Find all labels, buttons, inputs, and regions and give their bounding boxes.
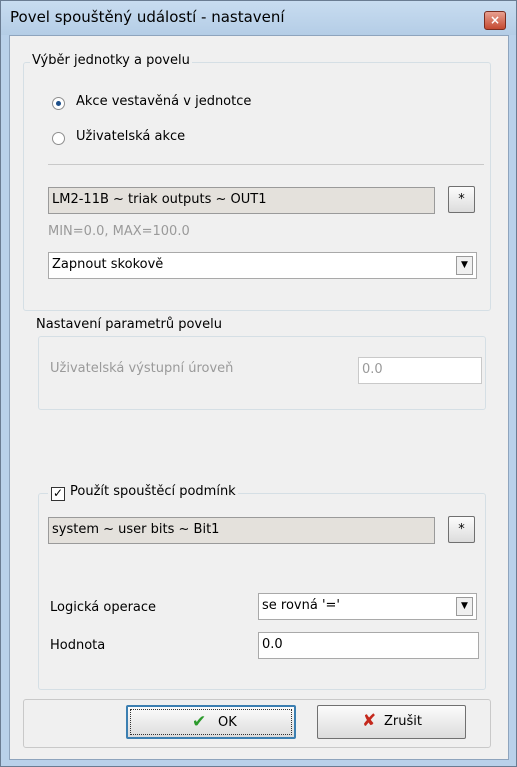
command-select-value: Zapnout skokově	[52, 257, 164, 272]
dialog-body: Výběr jednotky a povelu Akce vestavěná v…	[9, 35, 509, 760]
logic-operation-dropdown-icon[interactable]: ▼	[456, 597, 473, 616]
close-icon: ×	[489, 13, 501, 27]
builtin-action-label[interactable]: Akce vestavěná v jednotce	[76, 94, 251, 109]
logic-operation-value: se rovná '='	[262, 598, 340, 613]
logic-operation-label: Logická operace	[50, 600, 157, 615]
value-label: Hodnota	[50, 638, 106, 653]
logic-operation-select[interactable]: se rovná '='	[258, 593, 477, 620]
builtin-action-radio[interactable]	[52, 97, 65, 110]
unit-path-field: LM2-11B ~ triak outputs ~ OUT1	[48, 187, 435, 214]
command-select[interactable]: Zapnout skokově	[48, 252, 477, 279]
cancel-label: Zrušit	[384, 714, 422, 729]
checkmark-icon: ✔	[192, 712, 207, 732]
value-field[interactable]: 0.0	[258, 632, 479, 659]
focus-rect	[130, 709, 292, 735]
trigger-condition-legend[interactable]: Použít spouštěcí podmínk	[48, 484, 238, 499]
user-action-radio[interactable]	[52, 132, 65, 145]
unit-browse-button[interactable]: *	[448, 186, 475, 213]
close-button[interactable]: ×	[484, 11, 506, 30]
trigger-condition-checkbox[interactable]: ✓	[51, 487, 65, 501]
condition-path-field: system ~ user bits ~ Bit1	[48, 517, 435, 544]
output-level-field: 0.0	[358, 357, 482, 384]
output-level-label: Uživatelská výstupní úroveň	[50, 361, 234, 376]
ok-label: OK	[218, 715, 237, 730]
user-action-label[interactable]: Uživatelská akce	[76, 129, 185, 144]
cancel-button[interactable]: ✘ Zrušit	[317, 705, 466, 739]
x-icon: ✘	[362, 711, 377, 731]
ok-button[interactable]: ✔ OK	[126, 705, 296, 739]
condition-browse-button[interactable]: *	[448, 516, 475, 543]
range-text: MIN=0.0, MAX=100.0	[48, 224, 190, 239]
title-bar[interactable]: Povel spouštěný událostí - nastavení ×	[1, 1, 516, 35]
unit-command-legend: Výběr jednotky a povelu	[30, 53, 192, 68]
dialog-window: Povel spouštěný událostí - nastavení × V…	[0, 0, 517, 767]
command-dropdown-icon[interactable]: ▼	[456, 256, 473, 275]
window-title: Povel spouštěný událostí - nastavení	[10, 8, 285, 26]
separator	[48, 164, 484, 165]
params-legend: Nastavení parametrů povelu	[34, 317, 224, 332]
